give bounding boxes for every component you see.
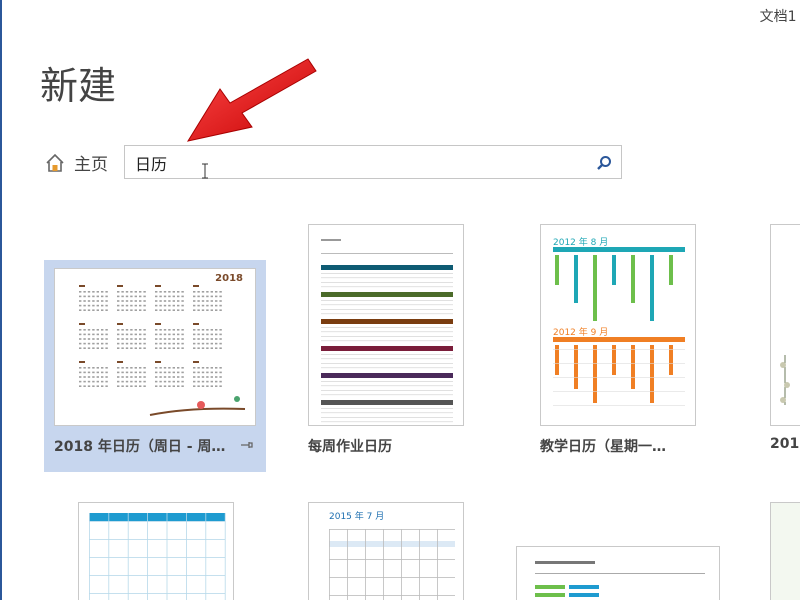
- template-thumbnail: 2012 年 8 月 2012 年 9 月: [540, 224, 696, 426]
- template-thumbnail: [770, 224, 800, 426]
- home-icon: [46, 153, 64, 172]
- pin-icon[interactable]: [240, 438, 254, 452]
- text-cursor-icon: [202, 163, 208, 179]
- template-thumbnail: 2018: [54, 268, 256, 426]
- search-button[interactable]: [593, 152, 615, 174]
- template-thumbnail: [516, 546, 720, 600]
- template-thumbnail: 2015 年 7 月: [308, 502, 464, 600]
- window-left-border: [0, 0, 2, 600]
- template-tile-row2-2[interactable]: 2015 年 7 月: [298, 502, 474, 600]
- home-link[interactable]: 主页: [44, 150, 108, 175]
- july-calendar-preview-icon: [329, 529, 455, 600]
- homework-calendar-preview-icon: [321, 239, 453, 423]
- search-icon: [597, 156, 611, 170]
- template-tile-teaching-calendar[interactable]: 2012 年 8 月 2012 年 9 月 教学日历（星期一…: [530, 224, 710, 472]
- floral-calendar-preview-icon: [780, 355, 790, 405]
- template-label: 教学日历（星期一…: [540, 439, 666, 455]
- template-thumbnail: [308, 224, 464, 426]
- template-thumbnail: [78, 502, 234, 600]
- template-tile-row2-4[interactable]: [760, 502, 800, 600]
- annotation-arrow-icon: [186, 58, 317, 142]
- home-label: 主页: [74, 155, 108, 175]
- mini-calendar-grid-icon: [79, 285, 246, 416]
- template-label: 2018 年日历（周日 - 周…: [54, 439, 226, 455]
- page-title: 新建: [40, 64, 117, 108]
- template-tile-row2-3[interactable]: [506, 546, 726, 600]
- template-label: 每周作业日历: [308, 439, 392, 455]
- schedule-table-preview-icon: [535, 561, 705, 597]
- template-tile-row2-1[interactable]: [68, 502, 244, 600]
- template-label: 2018: [770, 436, 800, 452]
- window-title: 文档1 -: [759, 9, 800, 25]
- teaching-calendar-preview-icon: [553, 247, 685, 406]
- template-tile-2018-floral[interactable]: 2018: [760, 224, 800, 472]
- template-tile-2018-calendar[interactable]: 2018 2018 年日历（周日 - 周…: [44, 260, 266, 472]
- monthly-grid-preview-icon: [89, 513, 226, 600]
- search-box[interactable]: [124, 145, 622, 179]
- template-tile-weekly-homework-calendar[interactable]: 每周作业日历: [298, 224, 474, 472]
- template-thumbnail: [770, 502, 800, 600]
